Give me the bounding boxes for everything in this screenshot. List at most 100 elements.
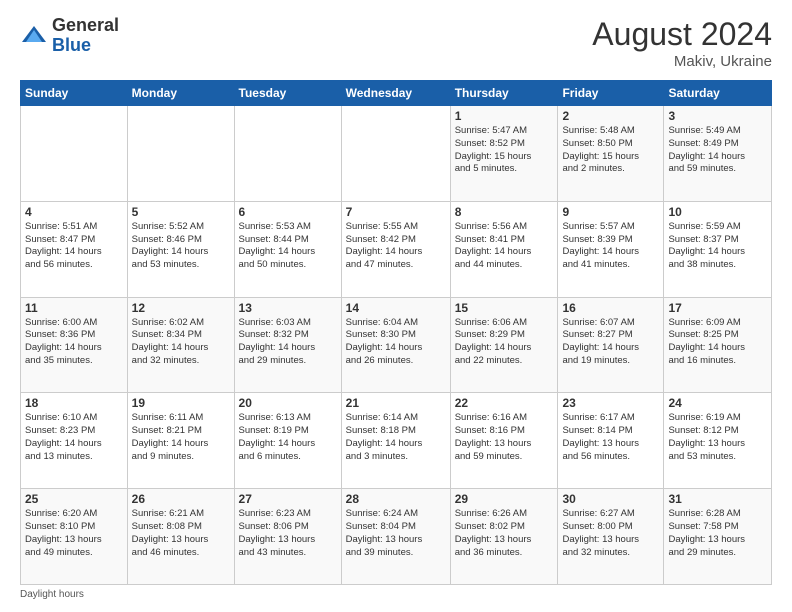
day-detail: Sunrise: 6:19 AM Sunset: 8:12 PM Dayligh… — [668, 412, 767, 463]
day-number: 4 — [25, 205, 123, 219]
day-number: 27 — [239, 492, 337, 506]
day-cell-12: 12 Sunrise: 6:02 AM Sunset: 8:34 PM Dayli… — [127, 297, 234, 393]
day-cell-21: 21Sunrise: 6:14 AM Sunset: 8:18 PM Dayli… — [341, 393, 450, 489]
logo-general-text: General — [52, 15, 119, 35]
day-detail: Sunrise: 6:03 AM Sunset: 8:32 PM Dayligh… — [239, 317, 337, 368]
weekday-header-wednesday: Wednesday — [341, 81, 450, 106]
day-detail: Sunrise: 6:09 AM Sunset: 8:25 PM Dayligh… — [668, 317, 767, 368]
day-detail: Sunrise: 6:00 AM Sunset: 8:36 PM Dayligh… — [25, 317, 123, 368]
day-cell-8: 8 Sunrise: 5:56 AM Sunset: 8:41 PM Daylig… — [450, 201, 558, 297]
day-cell-24: 24 Sunrise: 6:19 AM Sunset: 8:12 PM Dayli… — [664, 393, 772, 489]
day-detail: Sunrise: 6:24 AM Sunset: 8:04 PM Dayligh… — [346, 508, 446, 559]
day-cell-4: 4 Sunrise: 5:51 AM Sunset: 8:47 PM Daylig… — [21, 201, 128, 297]
weekday-header-row: SundayMondayTuesdayWednesdayThursdayFrid… — [21, 81, 772, 106]
day-number: 2 — [562, 109, 659, 123]
empty-cell — [21, 106, 128, 202]
day-detail: Sunrise: 6:26 AM Sunset: 8:02 PM Dayligh… — [455, 508, 554, 559]
day-detail: Sunrise: 6:07 AM Sunset: 8:27 PM Dayligh… — [562, 317, 659, 368]
weekday-header-friday: Friday — [558, 81, 664, 106]
day-cell-1: 1 Sunrise: 5:47 AM Sunset: 8:52 PM Daylig… — [450, 106, 558, 202]
day-detail: Sunrise: 5:53 AM Sunset: 8:44 PM Dayligh… — [239, 221, 337, 272]
logo-icon — [20, 22, 48, 50]
day-number: 23 — [562, 396, 659, 410]
day-detail: Sunrise: 5:56 AM Sunset: 8:41 PM Dayligh… — [455, 221, 554, 272]
day-detail: Sunrise: 5:52 AM Sunset: 8:46 PM Dayligh… — [132, 221, 230, 272]
empty-cell — [234, 106, 341, 202]
empty-cell — [127, 106, 234, 202]
day-cell-30: 30Sunrise: 6:27 AM Sunset: 8:00 PM Dayli… — [558, 489, 664, 585]
day-detail: Sunrise: 6:17 AM Sunset: 8:14 PM Dayligh… — [562, 412, 659, 463]
day-number: 18 — [25, 396, 123, 410]
day-cell-23: 23 Sunrise: 6:17 AM Sunset: 8:14 PM Dayli… — [558, 393, 664, 489]
day-cell-27: 27 Sunrise: 6:23 AM Sunset: 8:06 PM Dayli… — [234, 489, 341, 585]
day-cell-2: 2 Sunrise: 5:48 AM Sunset: 8:50 PM Daylig… — [558, 106, 664, 202]
day-number: 15 — [455, 301, 554, 315]
day-detail: Sunrise: 5:48 AM Sunset: 8:50 PM Dayligh… — [562, 125, 659, 176]
day-detail: Sunrise: 6:10 AM Sunset: 8:23 PM Dayligh… — [25, 412, 123, 463]
logo-blue-text: Blue — [52, 35, 91, 55]
day-number: 31 — [668, 492, 767, 506]
week-row-5: 25 Sunrise: 6:20 AM Sunset: 8:10 PM Dayli… — [21, 489, 772, 585]
page: General Blue August 2024 Makiv, Ukraine … — [0, 0, 792, 612]
day-detail: Sunrise: 6:20 AM Sunset: 8:10 PM Dayligh… — [25, 508, 123, 559]
day-number: 9 — [562, 205, 659, 219]
day-number: 12 — [132, 301, 230, 315]
location: Makiv, Ukraine — [592, 53, 772, 70]
day-detail: Sunrise: 5:51 AM Sunset: 8:47 PM Dayligh… — [25, 221, 123, 272]
day-number: 22 — [455, 396, 554, 410]
footer-note: Daylight hours — [20, 589, 772, 600]
day-cell-9: 9 Sunrise: 5:57 AM Sunset: 8:39 PM Daylig… — [558, 201, 664, 297]
day-number: 11 — [25, 301, 123, 315]
day-detail: Sunrise: 6:14 AM Sunset: 8:18 PM Dayligh… — [346, 412, 446, 463]
day-number: 14 — [346, 301, 446, 315]
day-detail: Sunrise: 6:02 AM Sunset: 8:34 PM Dayligh… — [132, 317, 230, 368]
day-detail: Sunrise: 5:59 AM Sunset: 8:37 PM Dayligh… — [668, 221, 767, 272]
day-detail: Sunrise: 6:11 AM Sunset: 8:21 PM Dayligh… — [132, 412, 230, 463]
day-cell-28: 28Sunrise: 6:24 AM Sunset: 8:04 PM Dayli… — [341, 489, 450, 585]
day-cell-22: 22 Sunrise: 6:16 AM Sunset: 8:16 PM Dayli… — [450, 393, 558, 489]
day-number: 24 — [668, 396, 767, 410]
title-block: August 2024 Makiv, Ukraine — [592, 16, 772, 70]
day-number: 5 — [132, 205, 230, 219]
day-number: 19 — [132, 396, 230, 410]
day-detail: Sunrise: 5:55 AM Sunset: 8:42 PM Dayligh… — [346, 221, 446, 272]
day-detail: Sunrise: 6:27 AM Sunset: 8:00 PM Dayligh… — [562, 508, 659, 559]
day-cell-7: 7 Sunrise: 5:55 AM Sunset: 8:42 PM Daylig… — [341, 201, 450, 297]
day-number: 26 — [132, 492, 230, 506]
day-number: 13 — [239, 301, 337, 315]
day-number: 7 — [346, 205, 446, 219]
day-cell-17: 17Sunrise: 6:09 AM Sunset: 8:25 PM Dayli… — [664, 297, 772, 393]
week-row-4: 18 Sunrise: 6:10 AM Sunset: 8:23 PM Dayli… — [21, 393, 772, 489]
weekday-header-monday: Monday — [127, 81, 234, 106]
day-number: 20 — [239, 396, 337, 410]
day-number: 1 — [455, 109, 554, 123]
day-detail: Sunrise: 6:16 AM Sunset: 8:16 PM Dayligh… — [455, 412, 554, 463]
day-detail: Sunrise: 6:28 AM Sunset: 7:58 PM Dayligh… — [668, 508, 767, 559]
day-detail: Sunrise: 6:23 AM Sunset: 8:06 PM Dayligh… — [239, 508, 337, 559]
day-detail: Sunrise: 5:57 AM Sunset: 8:39 PM Dayligh… — [562, 221, 659, 272]
week-row-2: 4 Sunrise: 5:51 AM Sunset: 8:47 PM Daylig… — [21, 201, 772, 297]
weekday-header-tuesday: Tuesday — [234, 81, 341, 106]
day-number: 25 — [25, 492, 123, 506]
day-detail: Sunrise: 6:21 AM Sunset: 8:08 PM Dayligh… — [132, 508, 230, 559]
day-cell-26: 26 Sunrise: 6:21 AM Sunset: 8:08 PM Dayli… — [127, 489, 234, 585]
day-cell-6: 6Sunrise: 5:53 AM Sunset: 8:44 PM Daylig… — [234, 201, 341, 297]
day-detail: Sunrise: 6:13 AM Sunset: 8:19 PM Dayligh… — [239, 412, 337, 463]
day-cell-15: 15Sunrise: 6:06 AM Sunset: 8:29 PM Dayli… — [450, 297, 558, 393]
day-cell-11: 11 Sunrise: 6:00 AM Sunset: 8:36 PM Dayli… — [21, 297, 128, 393]
day-cell-31: 31 Sunrise: 6:28 AM Sunset: 7:58 PM Dayli… — [664, 489, 772, 585]
day-cell-25: 25 Sunrise: 6:20 AM Sunset: 8:10 PM Dayli… — [21, 489, 128, 585]
week-row-3: 11 Sunrise: 6:00 AM Sunset: 8:36 PM Dayli… — [21, 297, 772, 393]
day-detail: Sunrise: 6:04 AM Sunset: 8:30 PM Dayligh… — [346, 317, 446, 368]
day-number: 3 — [668, 109, 767, 123]
day-detail: Sunrise: 5:49 AM Sunset: 8:49 PM Dayligh… — [668, 125, 767, 176]
day-number: 8 — [455, 205, 554, 219]
empty-cell — [341, 106, 450, 202]
calendar-table: SundayMondayTuesdayWednesdayThursdayFrid… — [20, 80, 772, 585]
weekday-header-sunday: Sunday — [21, 81, 128, 106]
day-number: 29 — [455, 492, 554, 506]
day-detail: Sunrise: 5:47 AM Sunset: 8:52 PM Dayligh… — [455, 125, 554, 176]
day-cell-13: 13 Sunrise: 6:03 AM Sunset: 8:32 PM Dayli… — [234, 297, 341, 393]
day-number: 10 — [668, 205, 767, 219]
day-cell-20: 20 Sunrise: 6:13 AM Sunset: 8:19 PM Dayli… — [234, 393, 341, 489]
